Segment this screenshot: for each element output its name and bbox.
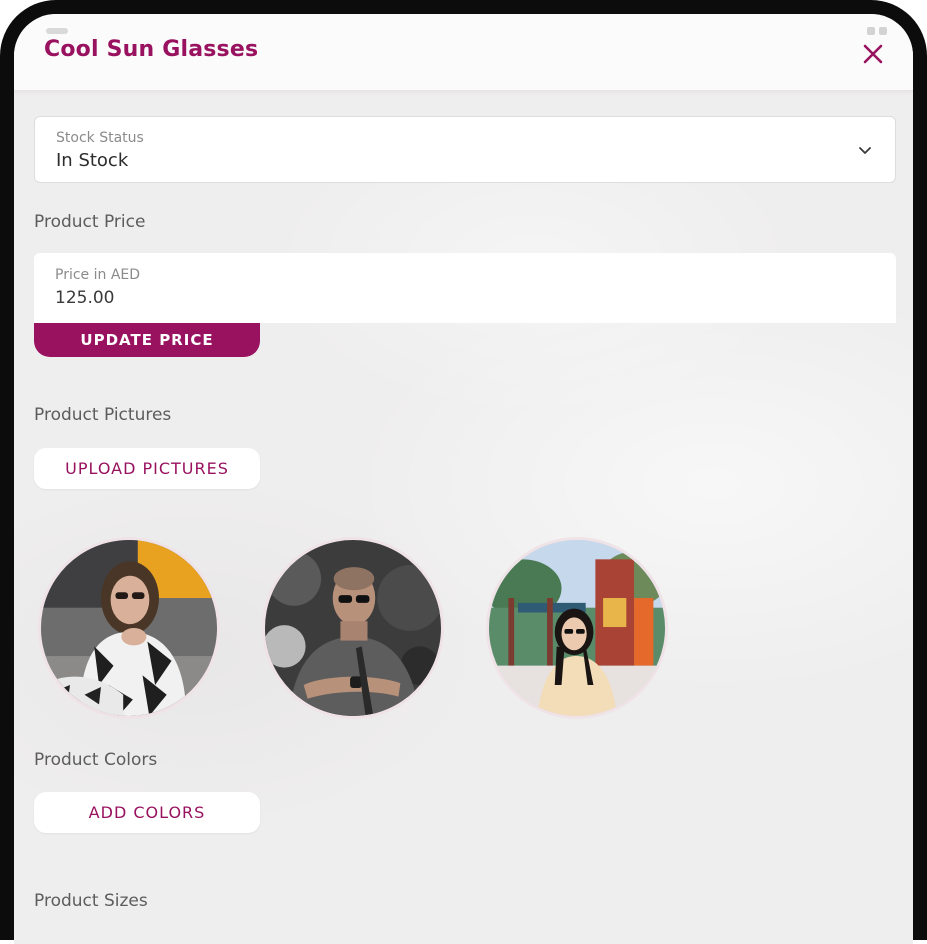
close-icon bbox=[863, 44, 883, 64]
product-sizes-heading: Product Sizes bbox=[34, 891, 148, 911]
status-bar-indicator bbox=[46, 28, 68, 34]
stock-status-value: In Stock bbox=[56, 150, 129, 171]
close-button[interactable] bbox=[859, 40, 887, 68]
product-price-heading: Product Price bbox=[34, 212, 146, 232]
product-photo-image bbox=[489, 540, 665, 716]
price-field-value[interactable]: 125.00 bbox=[55, 288, 114, 308]
add-colors-button[interactable]: ADD COLORS bbox=[34, 792, 260, 833]
product-picture-1[interactable] bbox=[38, 537, 220, 719]
app-screen: Cool Sun Glasses Stock Status In Stock P… bbox=[14, 14, 913, 944]
app-bar: Cool Sun Glasses bbox=[14, 14, 913, 91]
chevron-down-icon bbox=[859, 147, 871, 154]
product-colors-heading: Product Colors bbox=[34, 750, 158, 770]
signal-icon bbox=[867, 27, 875, 35]
stock-status-select[interactable]: Stock Status In Stock bbox=[34, 116, 896, 183]
product-photo-image bbox=[41, 540, 217, 716]
update-price-button[interactable]: UPDATE PRICE bbox=[34, 323, 260, 357]
stock-status-label: Stock Status bbox=[56, 130, 144, 146]
battery-icon bbox=[879, 27, 887, 35]
upload-pictures-button[interactable]: UPLOAD PICTURES bbox=[34, 448, 260, 489]
page-title: Cool Sun Glasses bbox=[44, 37, 259, 62]
product-picture-3[interactable] bbox=[486, 537, 668, 719]
price-input[interactable]: Price in AED 125.00 bbox=[34, 253, 896, 323]
product-picture-2[interactable] bbox=[262, 537, 444, 719]
price-field-label: Price in AED bbox=[55, 267, 141, 283]
product-pictures-heading: Product Pictures bbox=[34, 405, 172, 425]
product-photo-image bbox=[265, 540, 441, 716]
device-frame: Cool Sun Glasses Stock Status In Stock P… bbox=[0, 0, 927, 944]
status-icons bbox=[867, 27, 887, 35]
